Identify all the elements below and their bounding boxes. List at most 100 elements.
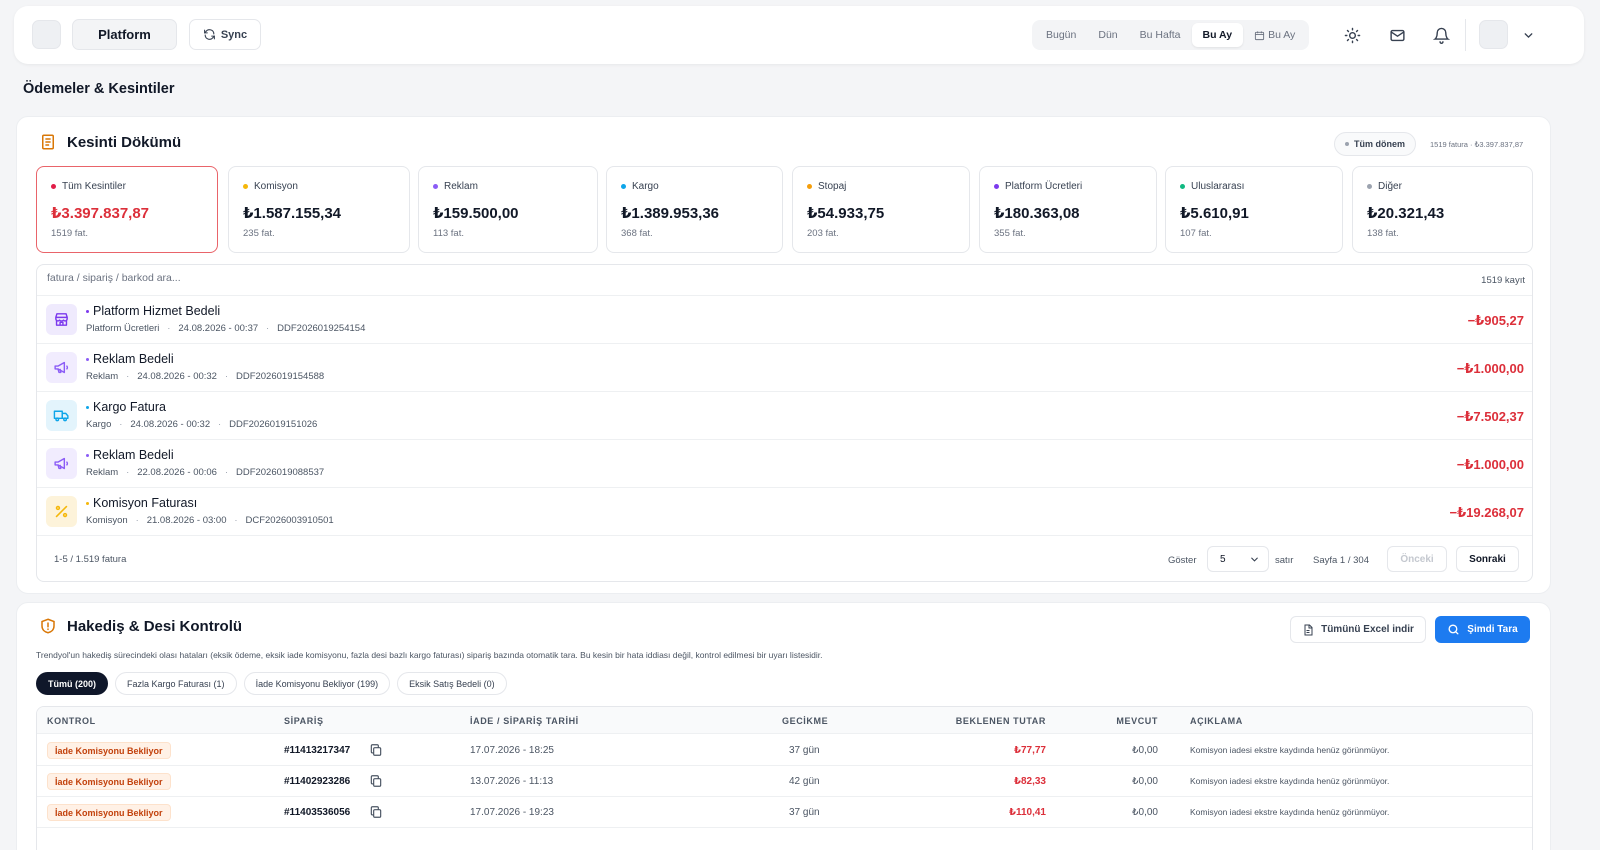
row-title-text: Reklam Bedeli bbox=[93, 352, 174, 366]
expected-amount: ₺82,33 bbox=[1014, 776, 1046, 787]
search-row: 1519 kayıt bbox=[37, 265, 1532, 296]
stat-card[interactable]: Reklam ₺159.500,00 113 fat. bbox=[418, 166, 598, 253]
export-excel-button[interactable]: Tümünü Excel indir bbox=[1290, 616, 1426, 643]
platform-selector[interactable]: Platform bbox=[72, 19, 177, 50]
logo[interactable] bbox=[32, 20, 61, 49]
category-dot bbox=[86, 309, 89, 313]
mail-icon bbox=[1389, 29, 1405, 41]
order-number[interactable]: #11403536056 bbox=[284, 807, 350, 818]
filter-refund-commission[interactable]: İade Komisyonu Bekliyor (199) bbox=[243, 672, 391, 695]
table-header: KONTROL SİPARİŞ İADE / SİPARİŞ TARİHİ GE… bbox=[37, 707, 1532, 734]
period-today[interactable]: Bugün bbox=[1035, 23, 1087, 47]
table-row[interactable]: İade Komisyonu Bekliyor #11413217347 17.07… bbox=[37, 735, 1532, 766]
row-amount: −₺1.000,00 bbox=[1456, 361, 1524, 376]
deduction-row[interactable]: Reklam Bedeli Reklam · 24.08.2026 - 00:32… bbox=[37, 344, 1532, 392]
sync-button[interactable]: Sync bbox=[189, 19, 261, 50]
stat-label: Reklam bbox=[433, 181, 478, 192]
stat-color-dot bbox=[433, 184, 438, 189]
table-row[interactable]: İade Komisyonu Bekliyor #11403536056 17.07… bbox=[37, 797, 1532, 828]
filter-excess-cargo[interactable]: Fazla Kargo Faturası (1) bbox=[115, 672, 237, 695]
copy-icon[interactable] bbox=[369, 774, 383, 788]
stat-color-dot bbox=[51, 184, 56, 189]
stat-value: ₺159.500,00 bbox=[433, 205, 519, 222]
category-dot bbox=[86, 405, 89, 409]
filter-all[interactable]: Tümü (200) bbox=[36, 672, 109, 695]
period-this-month[interactable]: Bu Ay bbox=[1191, 23, 1244, 47]
return-date: 17.07.2026 - 19:23 bbox=[470, 807, 554, 818]
theme-toggle[interactable] bbox=[1342, 25, 1362, 45]
stat-value: ₺20.321,43 bbox=[1367, 205, 1445, 222]
control-filters: Tümü (200) Fazla Kargo Faturası (1) İade… bbox=[36, 672, 507, 695]
row-amount: −₺7.502,37 bbox=[1456, 409, 1524, 424]
deduction-row[interactable]: Kargo Fatura Kargo · 24.08.2026 - 00:32 ·… bbox=[37, 392, 1532, 440]
row-document-no: DDF2026019151026 bbox=[229, 419, 318, 430]
stat-label: Komisyon bbox=[243, 181, 298, 192]
status-badge: İade Komisyonu Bekliyor bbox=[47, 804, 171, 821]
stat-label: Uluslararası bbox=[1180, 181, 1244, 192]
stat-card[interactable]: Stopaj ₺54.933,75 203 fat. bbox=[792, 166, 970, 253]
period-filter-chip[interactable]: Tüm dönem bbox=[1334, 132, 1416, 156]
category-dot bbox=[86, 453, 89, 457]
account-menu-toggle[interactable] bbox=[1518, 25, 1538, 45]
period-selector: Bugün Dün Bu Hafta Bu Ay Bu Ay bbox=[1032, 20, 1310, 50]
stat-card[interactable]: Diğer ₺20.321,43 138 fat. bbox=[1352, 166, 1533, 253]
stat-value: ₺1.587.155,34 bbox=[243, 205, 342, 222]
stat-label: Tüm Kesintiler bbox=[51, 181, 126, 192]
row-amount: −₺19.268,07 bbox=[1449, 505, 1524, 520]
scan-now-button[interactable]: Şimdi Tara bbox=[1435, 616, 1530, 643]
filter-missing-sales[interactable]: Eksik Satış Bedeli (0) bbox=[397, 672, 507, 695]
stat-label-text: Stopaj bbox=[818, 181, 847, 192]
breakdown-header: Kesinti Dökümü bbox=[39, 133, 181, 151]
row-title-text: Reklam Bedeli bbox=[93, 448, 174, 462]
col-order: SİPARİŞ bbox=[284, 716, 324, 726]
period-custom[interactable]: Bu Ay bbox=[1243, 23, 1306, 47]
stat-card[interactable]: Kargo ₺1.389.953,36 368 fat. bbox=[606, 166, 783, 253]
stat-value: ₺5.610,91 bbox=[1180, 205, 1249, 222]
row-meta: Komisyon · 21.08.2026 - 03:00 · DCF20260… bbox=[86, 515, 334, 526]
receipt-icon bbox=[42, 134, 54, 150]
store-icon bbox=[46, 304, 77, 335]
stat-card[interactable]: Komisyon ₺1.587.155,34 235 fat. bbox=[228, 166, 410, 253]
deduction-row[interactable]: Reklam Bedeli Reklam · 22.08.2026 - 00:06… bbox=[37, 440, 1532, 488]
status-badge: İade Komisyonu Bekliyor bbox=[47, 773, 171, 790]
row-title-text: Komisyon Faturası bbox=[93, 496, 198, 510]
record-count: 1519 kayıt bbox=[1481, 275, 1525, 286]
row-date: 24.08.2026 - 00:32 bbox=[130, 419, 211, 430]
current-amount: ₺0,00 bbox=[1132, 745, 1158, 756]
page-info: Sayfa 1 / 304 bbox=[1313, 555, 1369, 566]
stat-card[interactable]: Uluslararası ₺5.610,91 107 fat. bbox=[1165, 166, 1343, 253]
stat-invoice-count: 1519 fat. bbox=[51, 228, 88, 239]
row-date: 24.08.2026 - 00:32 bbox=[137, 371, 217, 382]
table-row[interactable]: İade Komisyonu Bekliyor #11402923286 13.07… bbox=[37, 766, 1532, 797]
period-this-week[interactable]: Bu Hafta bbox=[1129, 23, 1192, 47]
top-bar: Platform Sync Bugün Dün Bu Hafta Bu Ay B… bbox=[14, 6, 1584, 64]
stat-card[interactable]: Tüm Kesintiler ₺3.397.837,87 1519 fat. bbox=[36, 166, 218, 253]
avatar[interactable] bbox=[1479, 20, 1508, 49]
stat-label: Diğer bbox=[1367, 181, 1402, 192]
copy-icon[interactable] bbox=[369, 805, 383, 819]
row-category: Platform Ücretleri bbox=[86, 323, 160, 334]
period-yesterday[interactable]: Dün bbox=[1087, 23, 1128, 47]
previous-page-button[interactable]: Önceki bbox=[1387, 546, 1447, 572]
col-control: KONTROL bbox=[47, 716, 96, 726]
breakdown-title: Kesinti Dökümü bbox=[67, 133, 182, 151]
order-number[interactable]: #11402923286 bbox=[284, 776, 350, 787]
deduction-row[interactable]: Komisyon Faturası Komisyon · 21.08.2026 -… bbox=[37, 488, 1532, 536]
period-chip-label: Tüm dönem bbox=[1354, 139, 1405, 149]
row-title: Platform Hizmet Bedeli bbox=[86, 304, 220, 318]
control-header: Hakediş & Desi Kontrolü bbox=[39, 617, 242, 635]
notifications-button[interactable] bbox=[1431, 25, 1451, 45]
copy-icon[interactable] bbox=[369, 743, 383, 757]
deduction-row[interactable]: Platform Hizmet Bedeli Platform Ücretleri… bbox=[37, 296, 1532, 344]
messages-button[interactable] bbox=[1387, 25, 1407, 45]
expected-amount: ₺110,41 bbox=[1009, 807, 1046, 818]
row-category: Komisyon bbox=[86, 515, 128, 526]
search-input[interactable] bbox=[47, 272, 447, 284]
next-page-button[interactable]: Sonraki bbox=[1456, 546, 1519, 572]
row-title: Kargo Fatura bbox=[86, 400, 166, 414]
order-number[interactable]: #11413217347 bbox=[284, 745, 350, 756]
page-size-select[interactable]: 5 bbox=[1207, 546, 1269, 572]
stat-card[interactable]: Platform Ücretleri ₺180.363,08 355 fat. bbox=[979, 166, 1157, 253]
control-title: Hakediş & Desi Kontrolü bbox=[67, 617, 243, 635]
stat-invoice-count: 368 fat. bbox=[621, 228, 653, 239]
